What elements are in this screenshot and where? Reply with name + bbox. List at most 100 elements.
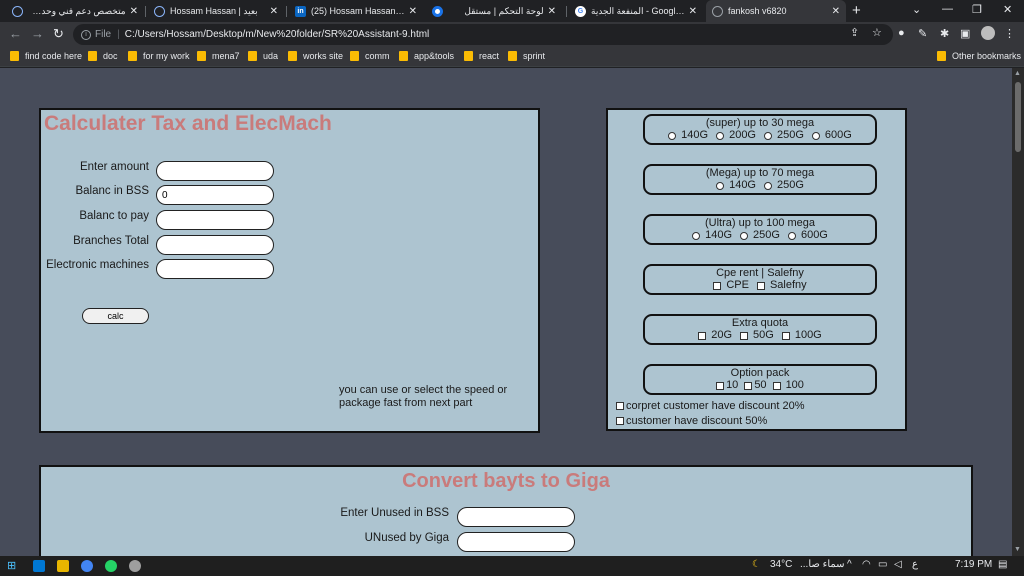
radio-option[interactable]: 600G <box>811 129 852 142</box>
radio-icon[interactable] <box>668 131 677 140</box>
radio-icon[interactable] <box>764 181 772 190</box>
weather-temp[interactable]: 34°C <box>770 559 792 570</box>
tray-chevron-icon[interactable]: ^ <box>847 559 852 570</box>
forward-icon[interactable]: → <box>31 26 44 41</box>
close-icon[interactable]: ✕ <box>548 6 556 17</box>
checkbox-option[interactable]: 20G <box>698 329 732 342</box>
radio-option[interactable]: 140G <box>668 129 708 142</box>
new-tab-button[interactable]: + <box>852 2 861 19</box>
restore-icon[interactable]: ❐ <box>972 3 982 16</box>
scroll-up-icon[interactable]: ▲ <box>1014 70 1021 77</box>
vscode-icon[interactable] <box>33 560 45 572</box>
branches-total-input[interactable] <box>156 235 274 255</box>
profile-avatar[interactable] <box>981 26 995 40</box>
checkbox-icon[interactable] <box>781 331 790 340</box>
pen-icon[interactable]: ✎ <box>918 27 927 40</box>
tab-1[interactable]: متخصص دعم فني وحدة عد ✕ <box>6 0 144 22</box>
radio-option[interactable]: 250G <box>740 229 780 242</box>
weather-desc[interactable]: سماء صا... <box>800 559 845 570</box>
radio-icon[interactable] <box>692 231 701 240</box>
checkbox-option[interactable]: Salefny <box>756 279 807 292</box>
checkbox-icon[interactable] <box>616 417 624 425</box>
notifications-icon[interactable]: ▤ <box>998 559 1007 570</box>
checkbox-option[interactable]: 10 <box>716 379 738 392</box>
keyboard-lang[interactable]: ع <box>912 559 918 570</box>
tab-search-icon[interactable]: ⌄ <box>912 3 921 16</box>
radio-icon[interactable] <box>787 231 796 240</box>
checkbox-icon[interactable] <box>740 331 749 340</box>
windows-start-icon[interactable]: ⊞ <box>7 559 16 572</box>
unused-giga-input[interactable] <box>457 532 575 552</box>
checkbox-icon[interactable] <box>772 381 781 390</box>
radio-icon[interactable] <box>716 181 725 190</box>
calc-button[interactable]: calc <box>82 308 149 324</box>
radio-icon[interactable] <box>716 131 725 140</box>
tab-3[interactable]: in (25) Hossam Hassan Ibrahe ✕ <box>289 0 423 22</box>
minimize-icon[interactable]: — <box>942 3 953 15</box>
tab-4[interactable] <box>427 0 449 22</box>
other-bookmarks[interactable]: Other bookmarks <box>937 51 1021 61</box>
bookmark-folder[interactable]: sprint <box>508 51 545 61</box>
electronic-machines-input[interactable] <box>156 259 274 279</box>
bookmark-folder[interactable]: find code here <box>10 51 82 61</box>
close-icon[interactable]: ✕ <box>409 6 417 17</box>
close-icon[interactable]: ✕ <box>270 6 278 17</box>
discount-customer[interactable]: customer have discount 50% <box>616 415 767 427</box>
checkbox-option[interactable]: 50 <box>744 379 767 392</box>
checkbox-option[interactable]: 50G <box>740 329 774 342</box>
bookmark-folder[interactable]: works site <box>288 51 343 61</box>
tab-6[interactable]: G المنفعة الجدية - Google Search ✕ <box>569 0 703 22</box>
clock[interactable]: 7:19 PM <box>955 559 992 570</box>
radio-icon[interactable] <box>740 231 749 240</box>
scroll-thumb[interactable] <box>1015 82 1021 152</box>
bookmark-folder[interactable]: for my work <box>128 51 190 61</box>
chrome-icon[interactable] <box>81 560 93 572</box>
discount-corporate[interactable]: corpret customer have discount 20% <box>616 400 805 412</box>
bookmark-folder[interactable]: app&tools <box>399 51 454 61</box>
radio-option[interactable]: 250G <box>764 129 804 142</box>
bookmark-folder[interactable]: mena7 <box>197 51 240 61</box>
battery-icon[interactable]: ▭ <box>878 559 887 570</box>
tab-2[interactable]: Hossam Hassan | بعيد ✕ <box>148 0 284 22</box>
tab-7-active[interactable]: fankosh v6820 ✕ <box>706 0 846 22</box>
close-icon[interactable]: ✕ <box>130 6 138 17</box>
app-icon[interactable] <box>129 560 141 572</box>
share-icon[interactable]: ⇪ <box>850 26 859 39</box>
radio-icon[interactable] <box>764 131 772 140</box>
balance-to-pay-input[interactable] <box>156 210 274 230</box>
checkbox-icon[interactable] <box>744 381 753 390</box>
balance-bss-input[interactable] <box>156 185 274 205</box>
bookmark-folder[interactable]: comm <box>350 51 390 61</box>
address-bar[interactable]: i File | C:/Users/Hossam/Desktop/m/New%2… <box>73 24 893 45</box>
bookmark-star-icon[interactable]: ☆ <box>872 26 882 39</box>
page-scrollbar[interactable]: ▲ ▼ <box>1012 68 1024 556</box>
close-icon[interactable]: ✕ <box>689 6 697 17</box>
puzzle-icon[interactable]: ✱ <box>940 27 949 40</box>
bookmark-folder[interactable]: uda <box>248 51 278 61</box>
tab-5[interactable]: لوحة التحكم | مستقل ✕ <box>452 0 562 22</box>
file-explorer-icon[interactable] <box>57 560 69 572</box>
volume-icon[interactable]: ◁ <box>894 559 902 570</box>
menu-icon[interactable]: ⋮ <box>1004 27 1015 40</box>
enter-unused-input[interactable] <box>457 507 575 527</box>
checkbox-icon[interactable] <box>616 402 624 410</box>
checkbox-icon[interactable] <box>698 331 707 340</box>
radio-option[interactable]: 200G <box>716 129 756 142</box>
checkbox-option[interactable]: 100G <box>781 329 822 342</box>
checkbox-option[interactable]: 100 <box>772 379 804 392</box>
bookmark-folder[interactable]: react <box>464 51 499 61</box>
back-icon[interactable]: ← <box>9 26 22 41</box>
close-icon[interactable]: ✕ <box>832 6 840 17</box>
window-close-icon[interactable]: ✕ <box>1003 3 1012 16</box>
checkbox-icon[interactable] <box>756 281 765 290</box>
scroll-down-icon[interactable]: ▼ <box>1014 546 1021 553</box>
radio-option[interactable]: 250G <box>764 179 804 192</box>
sidepanel-icon[interactable]: ▣ <box>960 27 970 40</box>
extension-icon[interactable]: ● <box>898 27 905 39</box>
radio-option[interactable]: 600G <box>787 229 828 242</box>
wifi-icon[interactable]: ◠ <box>862 559 871 570</box>
radio-icon[interactable] <box>811 131 820 140</box>
info-icon[interactable]: i <box>81 29 91 40</box>
checkbox-option[interactable]: CPE <box>713 279 749 292</box>
checkbox-icon[interactable] <box>713 281 722 290</box>
